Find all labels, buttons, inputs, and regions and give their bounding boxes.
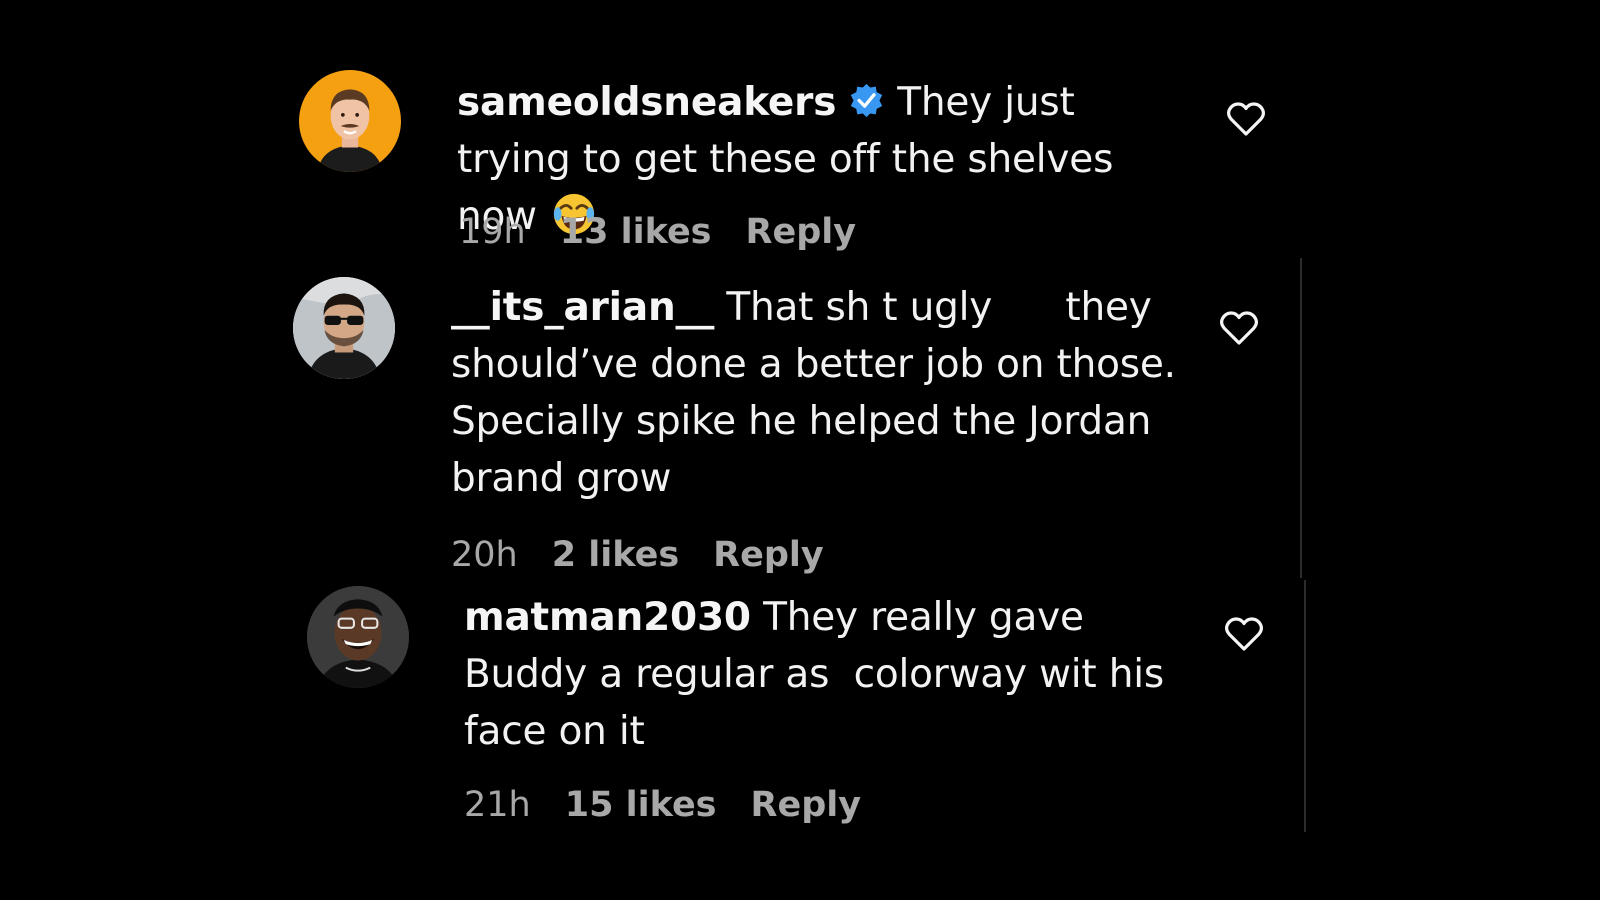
reply-button[interactable]: Reply (746, 212, 857, 252)
scrollbar[interactable] (1304, 580, 1306, 832)
comment-meta: 19h 13 likes Reply (459, 212, 890, 252)
heart-outline-icon[interactable] (1226, 101, 1266, 137)
heart-outline-icon[interactable] (1224, 616, 1264, 652)
comment-username[interactable]: __its_arian__ (451, 285, 714, 330)
avatar[interactable] (299, 70, 401, 172)
avatar-image (293, 277, 395, 379)
comment-likes[interactable]: 13 likes (560, 212, 712, 252)
scrollbar[interactable] (1300, 258, 1302, 578)
comment-body: matman2030 They really gave Buddy a regu… (464, 589, 1204, 760)
comment-likes[interactable]: 2 likes (552, 535, 679, 575)
comment-time: 21h (464, 785, 531, 825)
reply-button[interactable]: Reply (713, 535, 824, 575)
avatar-image (307, 586, 409, 688)
comment-username[interactable]: matman2030 (464, 595, 751, 640)
comment-time: 19h (459, 212, 526, 252)
avatar[interactable] (307, 586, 409, 688)
comment-meta: 20h 2 likes Reply (451, 535, 858, 575)
verified-badge-icon (848, 82, 885, 119)
comment-likes[interactable]: 15 likes (565, 785, 717, 825)
comment-body: __its_arian__ That sh t ugly they should… (451, 279, 1191, 507)
avatar-image (299, 70, 401, 172)
reply-button[interactable]: Reply (751, 785, 862, 825)
comment-username[interactable]: sameoldsneakers (457, 80, 836, 125)
comment-time: 20h (451, 535, 518, 575)
avatar[interactable] (293, 277, 395, 379)
heart-outline-icon[interactable] (1219, 310, 1259, 346)
comment-meta: 21h 15 likes Reply (464, 785, 895, 825)
